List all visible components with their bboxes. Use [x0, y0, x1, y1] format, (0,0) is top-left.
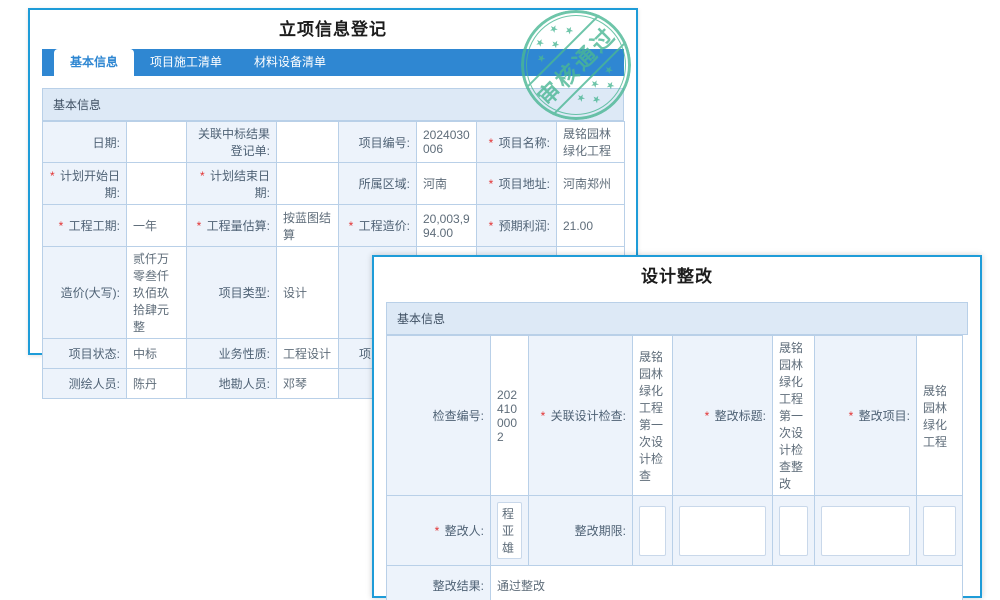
field-label: 造价(大写):	[43, 247, 127, 339]
form-row: 日期: 关联中标结果登记单: 项目编号:2024030006* 项目名称:晟铭园林绿…	[43, 122, 625, 163]
field-label: 关联中标结果登记单:	[187, 122, 277, 163]
field-value: 邓琴	[277, 369, 339, 399]
required-asterisk: *	[541, 409, 549, 423]
form-row: 整改结果:通过整改	[387, 566, 963, 600]
tab-basic-info[interactable]: 基本信息	[54, 49, 134, 76]
field-label: 业务性质:	[187, 339, 277, 369]
field-value: 设计	[277, 247, 339, 339]
field-value: 河南	[417, 163, 477, 205]
field-value: 2024100002	[491, 336, 529, 496]
form-row: * 整改人:程亚雄整改期限:	[387, 496, 963, 566]
required-asterisk: *	[59, 219, 67, 233]
text-input[interactable]: 程亚雄	[497, 502, 522, 559]
field-value: 20,003,994.00	[417, 205, 477, 247]
field-value: 晟铭园林绿化工程第一次设计检查整改	[773, 336, 815, 496]
field-value	[127, 163, 187, 205]
required-asterisk: *	[349, 219, 357, 233]
required-asterisk: *	[489, 219, 497, 233]
field-label: * 工程工期:	[43, 205, 127, 247]
field-label: * 整改项目:	[815, 336, 917, 496]
field-value	[917, 496, 963, 566]
field-value	[815, 496, 917, 566]
field-value: 按蓝图结算	[277, 205, 339, 247]
field-value: 中标	[127, 339, 187, 369]
field-value: 通过整改	[491, 566, 963, 600]
required-asterisk: *	[435, 524, 443, 538]
field-label: * 工程造价:	[339, 205, 417, 247]
required-asterisk: *	[200, 169, 208, 183]
required-asterisk: *	[197, 219, 205, 233]
field-label: 所属区域:	[339, 163, 417, 205]
form-row: * 工程工期:一年* 工程量估算:按蓝图结算* 工程造价:20,003,994.…	[43, 205, 625, 247]
field-label: 地勘人员:	[187, 369, 277, 399]
field-value	[673, 496, 773, 566]
field-label: 项目状态:	[43, 339, 127, 369]
text-input[interactable]	[923, 506, 956, 556]
rectification-form-table: 检查编号:2024100002* 关联设计检查:晟铭园林绿化工程第一次设计检查*…	[386, 335, 963, 600]
required-asterisk: *	[489, 136, 497, 150]
stamp-content: ★ ★ ★ ★ ★ 审核通过 ★ ★ ★ ★ ★	[521, 10, 631, 120]
field-label: * 项目名称:	[477, 122, 557, 163]
field-label: 日期:	[43, 122, 127, 163]
required-asterisk: *	[849, 409, 857, 423]
text-input[interactable]	[679, 506, 766, 556]
text-input[interactable]	[779, 506, 808, 556]
field-label: 检查编号:	[387, 336, 491, 496]
field-value	[277, 163, 339, 205]
design-rectification-panel: 设计整改 基本信息 检查编号:2024100002* 关联设计检查:晟铭园林绿化…	[372, 255, 982, 598]
field-value: 陈丹	[127, 369, 187, 399]
field-value: 2024030006	[417, 122, 477, 163]
form-row: * 计划开始日期: * 计划结束日期: 所属区域:河南* 项目地址:河南郑州	[43, 163, 625, 205]
field-label: * 项目地址:	[477, 163, 557, 205]
field-value	[773, 496, 815, 566]
text-input[interactable]	[639, 506, 666, 556]
field-label: * 整改人:	[387, 496, 491, 566]
field-label: * 计划开始日期:	[43, 163, 127, 205]
field-value: 一年	[127, 205, 187, 247]
field-label: * 工程量估算:	[187, 205, 277, 247]
field-value: 贰仟万零叁仟玖佰玖拾肆元整	[127, 247, 187, 339]
field-label: * 整改标题:	[673, 336, 773, 496]
tab-material-equipment-list[interactable]: 材料设备清单	[238, 49, 342, 76]
field-value	[127, 122, 187, 163]
field-label: 测绘人员:	[43, 369, 127, 399]
text-input[interactable]	[821, 506, 910, 556]
required-asterisk: *	[705, 409, 713, 423]
field-value: 工程设计	[277, 339, 339, 369]
field-label: * 关联设计检查:	[529, 336, 633, 496]
form-row: 检查编号:2024100002* 关联设计检查:晟铭园林绿化工程第一次设计检查*…	[387, 336, 963, 496]
field-label: * 预期利润:	[477, 205, 557, 247]
field-value	[633, 496, 673, 566]
field-value: 程亚雄	[491, 496, 529, 566]
field-label: 整改结果:	[387, 566, 491, 600]
field-value: 晟铭园林绿化工程	[917, 336, 963, 496]
field-value: 21.00	[557, 205, 625, 247]
field-value: 晟铭园林绿化工程	[557, 122, 625, 163]
field-label: 项目类型:	[187, 247, 277, 339]
approval-stamp: ★ ★ ★ ★ ★ 审核通过 ★ ★ ★ ★ ★	[521, 10, 631, 120]
section-header-2: 基本信息	[386, 302, 968, 335]
field-value: 河南郑州	[557, 163, 625, 205]
field-label: * 计划结束日期:	[187, 163, 277, 205]
field-value	[277, 122, 339, 163]
field-value: 晟铭园林绿化工程第一次设计检查	[633, 336, 673, 496]
screen: 立项信息登记 基本信息项目施工清单材料设备清单 基本信息 日期:关联中标结果登记…	[0, 0, 1000, 600]
rectification-title: 设计整改	[374, 257, 980, 296]
field-label: 整改期限:	[529, 496, 633, 566]
field-label: 项目编号:	[339, 122, 417, 163]
tab-construction-list[interactable]: 项目施工清单	[134, 49, 238, 76]
required-asterisk: *	[50, 169, 58, 183]
required-asterisk: *	[489, 177, 497, 191]
